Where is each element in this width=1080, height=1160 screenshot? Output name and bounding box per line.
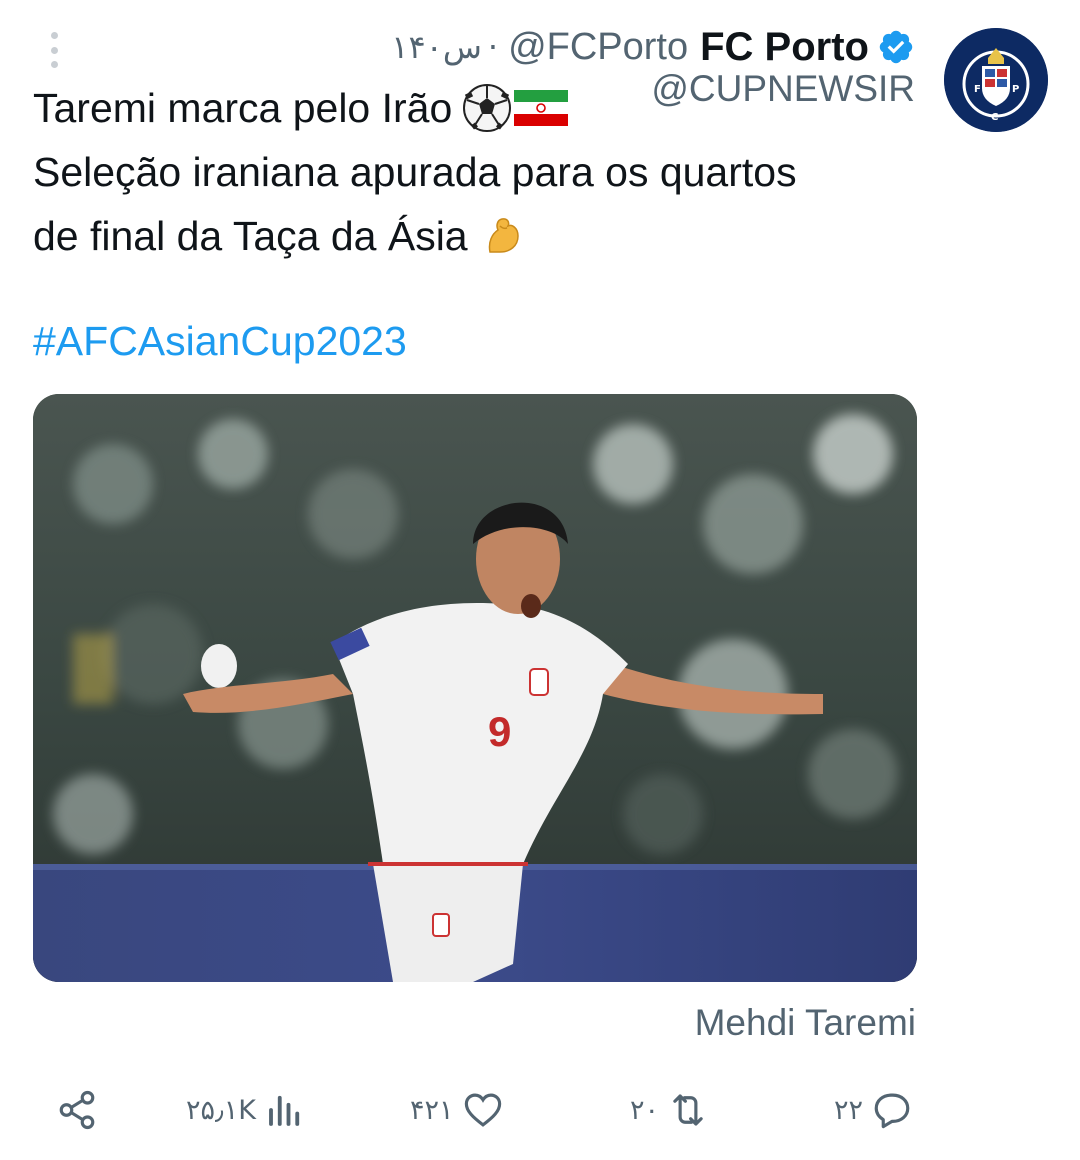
- heart-icon: [464, 1093, 501, 1127]
- flexed-biceps-icon: [488, 218, 519, 253]
- tweet-line-3: de final da Taça da Ásia: [33, 204, 933, 268]
- hashtag-link[interactable]: #AFCAsianCup2023: [33, 318, 407, 365]
- replies-count: ۲۲: [834, 1094, 864, 1126]
- tweet-text-line-3: de final da Taça da Ásia: [33, 213, 468, 259]
- svg-text:C: C: [991, 112, 998, 123]
- reposts-count: ۲۰: [630, 1094, 660, 1126]
- jersey-number: 9: [488, 708, 511, 755]
- verified-badge-icon: [879, 30, 913, 64]
- author-handle[interactable]: @FCPorto: [508, 26, 688, 69]
- views-button[interactable]: ۲۵٫۱K: [186, 1080, 306, 1140]
- views-count: ۲۵٫۱K: [186, 1094, 256, 1126]
- repost-button[interactable]: ۲۰: [630, 1080, 709, 1140]
- tweet-header: ۱۴۰س · @FCPorto FC Porto: [391, 24, 915, 70]
- avatar[interactable]: F C P: [944, 28, 1048, 132]
- tweet-text-line-1: Taremi marca pelo Irão: [33, 85, 453, 131]
- separator: ·: [487, 28, 499, 66]
- like-button[interactable]: ۴۲۱: [410, 1080, 504, 1140]
- tweet-media-image[interactable]: 9: [33, 394, 917, 982]
- svg-text:F: F: [974, 84, 981, 95]
- reply-bubble-icon: [874, 1093, 910, 1129]
- tweet-text-line-2: Seleção iraniana apurada para os quartos: [33, 149, 797, 195]
- reply-button[interactable]: ۲۲: [834, 1080, 913, 1140]
- more-options-icon[interactable]: [44, 32, 64, 68]
- fc-porto-crest-icon: F C P: [944, 28, 1048, 132]
- author-name[interactable]: FC Porto: [700, 25, 869, 70]
- views-chart-icon: [269, 1095, 300, 1126]
- share-icon: [59, 1090, 95, 1130]
- share-button[interactable]: [56, 1080, 98, 1140]
- repost-icon: [673, 1094, 703, 1126]
- svg-text:P: P: [1012, 84, 1019, 95]
- tweet-line-2: Seleção iraniana apurada para os quartos: [33, 140, 933, 204]
- tweet-time[interactable]: ۱۴۰س: [391, 28, 482, 66]
- tweet-line-1: Taremi marca pelo Irão: [33, 76, 933, 140]
- tweet-text: Taremi marca pelo Irão Seleção iraniana …: [33, 76, 933, 268]
- likes-count: ۴۲۱: [410, 1094, 454, 1126]
- media-caption: Mehdi Taremi: [694, 1002, 916, 1043]
- player-celebration-photo: 9: [33, 394, 917, 982]
- soccer-ball-icon: [463, 84, 512, 132]
- iran-flag-icon: [514, 90, 569, 126]
